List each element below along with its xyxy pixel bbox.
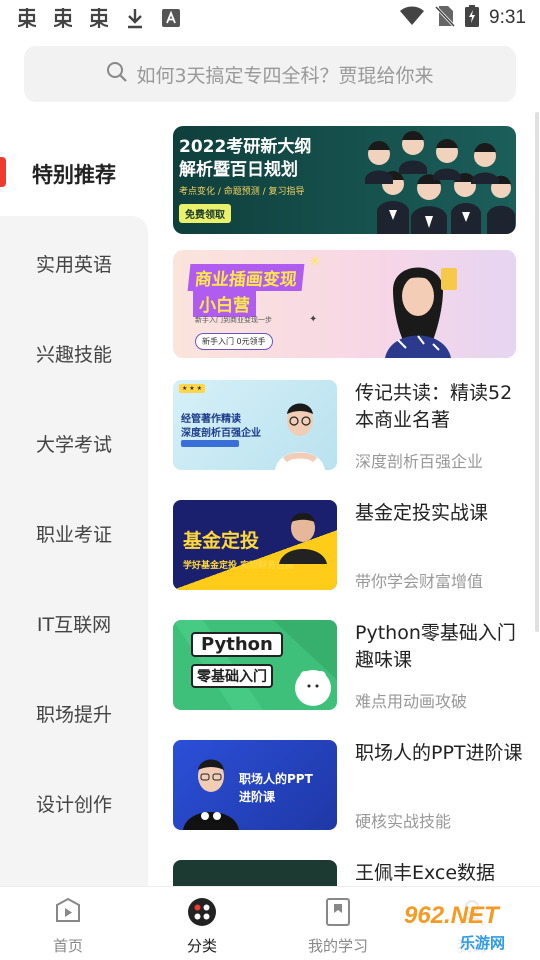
sidebar-item-featured[interactable]: 特别推荐 xyxy=(0,159,148,189)
bug-app-icon xyxy=(14,7,40,29)
thumb-line2: 进阶课 xyxy=(239,790,276,804)
sidebar-item-professional-certs[interactable]: 职业考证 xyxy=(0,520,148,547)
banner-title-line1: 商业插画变现 xyxy=(193,270,298,290)
thumb-line2: 零基础入门 xyxy=(191,664,273,688)
sidebar-item-it-internet[interactable]: IT互联网 xyxy=(0,610,148,637)
watermark-brand: 962.NET xyxy=(404,902,499,929)
category-icon xyxy=(188,898,216,926)
nav-my-learning-label: 我的学习 xyxy=(307,937,368,955)
course-thumbnail: 基金定投 学好基金定投 实现财务自由 xyxy=(173,500,337,590)
search-bar[interactable]: 如何3天搞定专四全科？贾琨给你来 xyxy=(24,46,516,102)
scrollbar[interactable] xyxy=(535,112,539,632)
sidebar-item-workplace[interactable]: 职场提升 xyxy=(0,700,148,727)
thumb-line1: 基金定投 xyxy=(183,530,260,552)
course-thumbnail: Python 零基础入门 xyxy=(173,620,337,710)
clock: 9:31 xyxy=(489,7,526,28)
instructor-photo xyxy=(279,513,327,564)
course-title: 职场人的PPT进阶课 xyxy=(355,742,523,764)
teachers-photo xyxy=(365,131,515,234)
sidebar-item-english[interactable]: 实用英语 xyxy=(0,250,148,277)
course-title: 王佩丰Exce数据 xyxy=(355,862,496,884)
course-title: 基金定投实战课 xyxy=(355,502,489,524)
nav-home[interactable]: 首页 xyxy=(18,897,118,956)
course-title: 传记共读：精读52本商业名著 xyxy=(355,382,513,431)
notification-icons xyxy=(14,7,184,29)
watermark-sub: 乐游网 xyxy=(460,934,506,952)
play-icon xyxy=(56,897,80,922)
nav-category[interactable]: 分类 xyxy=(152,897,252,956)
sparkle-icon: ✳ xyxy=(309,254,321,270)
nav-category-label: 分类 xyxy=(186,937,217,955)
banner-subtitle-bg: 小白营 xyxy=(193,290,256,317)
course-item[interactable]: 职场人的PPT 进阶课 职场人的PPT进阶课 硬核实战技能 xyxy=(173,740,523,832)
course-item[interactable]: 基金定投 学好基金定投 实现财务自由 基金定投实战课 带你学会财富增值 xyxy=(173,500,516,592)
content-list: 2022考研新大纲 解析暨百日规划 考点变化 / 命题预测 / 复习指导 免费领… xyxy=(148,110,540,886)
course-subtitle: 深度剖析百强企业 xyxy=(355,452,484,471)
thumb-line1: Python xyxy=(191,632,283,657)
banner-tagline: 新手入门到商业变现一步 xyxy=(195,316,272,324)
course-thumbnail xyxy=(173,860,337,886)
course-subtitle: 难点用动画攻破 xyxy=(355,692,468,711)
course-title: Python零基础入门趣味课 xyxy=(355,622,516,671)
download-icon xyxy=(122,7,148,29)
course-item[interactable]: ★ ★ ★ 经管著作精读 深度剖析百强企业 传记共读：精读52本商业名著 深度剖… xyxy=(173,380,516,472)
course-item[interactable]: Python 零基础入门 Python零基础入门趣味课 难点用动画攻破 xyxy=(173,620,516,712)
course-thumbnail: ★ ★ ★ 经管著作精读 深度剖析百强企业 xyxy=(173,380,337,470)
bookmark-icon xyxy=(326,898,350,926)
banner-tags: 考点变化 / 命题预测 / 复习指导 xyxy=(179,187,305,197)
course-subtitle: 硬核实战技能 xyxy=(355,812,452,831)
category-sidebar: 特别推荐 实用英语 兴趣技能 大学考试 职业考证 IT互联网 职场提升 设计创作 xyxy=(0,126,148,886)
sidebar-item-college-exams[interactable]: 大学考试 xyxy=(0,430,148,457)
site-watermark: 962.NET 乐游网 xyxy=(398,900,536,956)
course-item[interactable]: 王佩丰Exce数据 xyxy=(173,860,516,886)
bug-app-icon xyxy=(50,7,76,29)
banner-illustration[interactable]: 商业插画变现 小白营 新手入门到商业变现一步 新手入门 0元领手 ✳ ✦ xyxy=(173,250,516,358)
thumb-line1: 经管著作精读 xyxy=(181,414,241,425)
status-bar: 9:31 xyxy=(0,0,540,36)
banner-enroll-button[interactable]: 新手入门 0元领手 xyxy=(195,333,273,350)
sidebar-item-hobby-skills[interactable]: 兴趣技能 xyxy=(0,340,148,367)
thumb-line2: 深度剖析百强企业 xyxy=(181,428,261,439)
banner-free-button[interactable]: 免费领取 xyxy=(179,204,231,223)
instructor-photo xyxy=(385,267,457,358)
thumb-badge: ★ ★ ★ xyxy=(179,384,205,393)
banner-title-line1: 2022考研新大纲 xyxy=(179,137,312,157)
course-subtitle: 带你学会财富增值 xyxy=(355,572,484,591)
system-icons: 9:31 xyxy=(399,5,526,31)
wifi-icon xyxy=(399,6,425,30)
banner-kaoyan[interactable]: 2022考研新大纲 解析暨百日规划 考点变化 / 命题预测 / 复习指导 免费领… xyxy=(173,126,516,234)
course-thumbnail: 职场人的PPT 进阶课 xyxy=(173,740,337,830)
thumb-bar xyxy=(181,440,239,447)
banner-title-line2: 小白营 xyxy=(199,296,250,316)
banner-title-line2: 解析暨百日规划 xyxy=(179,160,298,180)
no-sim-icon xyxy=(434,5,456,31)
sparkle-icon: ✦ xyxy=(309,314,318,325)
battery-charging-icon xyxy=(465,5,480,31)
sidebar-background xyxy=(0,216,148,886)
instructor-photo xyxy=(275,403,325,470)
nav-my-learning[interactable]: 我的学习 xyxy=(288,897,388,956)
a-box-icon xyxy=(158,7,184,29)
bug-app-icon xyxy=(86,7,112,29)
search-placeholder: 如何3天搞定专四全科？贾琨给你来 xyxy=(136,64,434,87)
thumb-line1: 职场人的PPT xyxy=(239,772,313,786)
nav-home-label: 首页 xyxy=(52,937,83,955)
banner-title-bg: 商业插画变现 xyxy=(187,264,305,291)
sidebar-item-design[interactable]: 设计创作 xyxy=(0,790,148,817)
search-icon xyxy=(106,61,128,87)
